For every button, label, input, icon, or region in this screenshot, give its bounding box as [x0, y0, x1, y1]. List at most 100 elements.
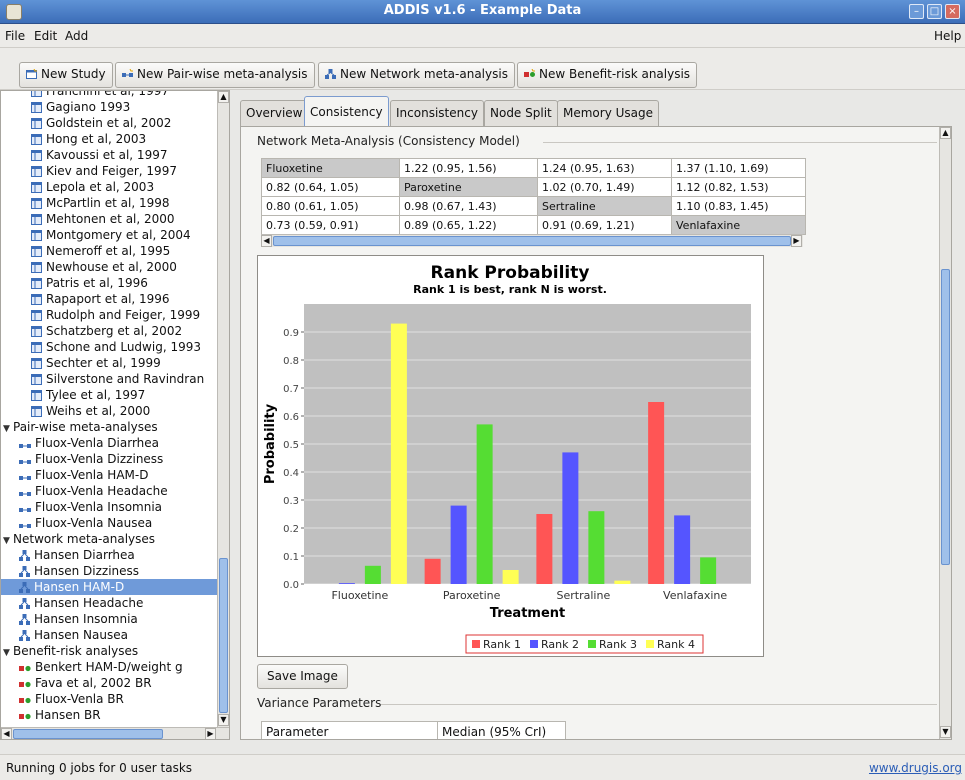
- y-tick-label: 0.1: [283, 552, 299, 563]
- pairwise-item[interactable]: Fluox-Venla HAM-D: [1, 467, 219, 483]
- content-scroll-thumb[interactable]: [941, 269, 950, 565]
- benefit-risk-group-header[interactable]: ▼ Benefit-risk analyses: [1, 643, 219, 659]
- tree-item-label: Lepola et al, 2003: [46, 180, 155, 194]
- minimize-button[interactable]: –: [909, 4, 924, 19]
- tree-item-label: Benefit-risk analyses: [13, 644, 139, 658]
- study-item[interactable]: Schone and Ludwig, 1993: [1, 339, 219, 355]
- scroll-right-arrow[interactable]: ▶: [205, 728, 216, 739]
- menu-add[interactable]: Add: [65, 29, 88, 43]
- study-item[interactable]: Schatzberg et al, 2002: [1, 323, 219, 339]
- benefit-risk-icon: [524, 69, 535, 77]
- variance-header-parameter: Parameter: [261, 721, 438, 739]
- benefit-risk-item[interactable]: Benkert HAM-D/weight g: [1, 659, 219, 675]
- pairwise-group-header[interactable]: ▼ Pair-wise meta-analyses: [1, 419, 219, 435]
- study-item[interactable]: Rapaport et al, 1996: [1, 291, 219, 307]
- x-tick-label: Sertraline: [557, 589, 611, 602]
- matrix-scroll-left[interactable]: ◀: [261, 235, 272, 247]
- matrix-scroll-right[interactable]: ▶: [791, 235, 802, 247]
- variance-section-title: Variance Parameters: [257, 696, 382, 710]
- study-item[interactable]: Sechter et al, 1999: [1, 355, 219, 371]
- study-item[interactable]: Hong et al, 2003: [1, 131, 219, 147]
- tree-item-label: Silverstone and Ravindran: [46, 372, 205, 386]
- network-analysis-icon: [19, 582, 30, 593]
- benefit-risk-item[interactable]: Fava et al, 2002 BR: [1, 675, 219, 691]
- study-item[interactable]: Franchini et al, 1997: [1, 91, 219, 99]
- tree-item-label: Fluox-Venla Insomnia: [35, 500, 163, 514]
- tree-hscroll-thumb[interactable]: [13, 729, 163, 739]
- study-icon: [31, 326, 42, 337]
- tree-item-label: Goldstein et al, 2002: [46, 116, 172, 130]
- menu-help[interactable]: Help: [934, 29, 961, 43]
- study-item[interactable]: Kavoussi et al, 1997: [1, 147, 219, 163]
- study-item[interactable]: Silverstone and Ravindran: [1, 371, 219, 387]
- menu-file[interactable]: File: [5, 29, 25, 43]
- legend-swatch: [472, 640, 480, 648]
- new-study-button[interactable]: New Study: [19, 62, 113, 88]
- study-item[interactable]: Kiev and Feiger, 1997: [1, 163, 219, 179]
- new-network-button[interactable]: New Network meta-analysis: [318, 62, 515, 88]
- study-icon: [31, 278, 42, 289]
- menu-bar: File Edit Add Help: [0, 24, 965, 48]
- scroll-left-arrow[interactable]: ◀: [1, 728, 12, 739]
- bar-rank-3: [476, 424, 493, 584]
- pairwise-item[interactable]: Fluox-Venla Insomnia: [1, 499, 219, 515]
- study-item[interactable]: Rudolph and Feiger, 1999: [1, 307, 219, 323]
- new-pairwise-button[interactable]: New Pair-wise meta-analysis: [115, 62, 315, 88]
- tree-item-label: Hansen Headache: [34, 596, 144, 610]
- study-item[interactable]: McPartlin et al, 1998: [1, 195, 219, 211]
- tree-item-label: Hansen BR: [35, 708, 101, 722]
- network-item[interactable]: Hansen Dizziness: [1, 563, 219, 579]
- study-item[interactable]: Tylee et al, 1997: [1, 387, 219, 403]
- expand-caret-icon[interactable]: ▼: [3, 645, 13, 659]
- network-item[interactable]: Hansen Insomnia: [1, 611, 219, 627]
- study-item[interactable]: Patris et al, 1996: [1, 275, 219, 291]
- study-icon: [31, 91, 42, 97]
- study-item[interactable]: Mehtonen et al, 2000: [1, 211, 219, 227]
- pairwise-item[interactable]: Fluox-Venla Dizziness: [1, 451, 219, 467]
- tab-inconsistency[interactable]: Inconsistency: [390, 100, 484, 126]
- pairwise-item[interactable]: Fluox-Venla Nausea: [1, 515, 219, 531]
- tree-item-label: Fluox-Venla Dizziness: [35, 452, 164, 466]
- study-item[interactable]: Gagiano 1993: [1, 99, 219, 115]
- scroll-down-arrow[interactable]: ▼: [218, 714, 229, 726]
- drugis-link[interactable]: www.drugis.org: [869, 761, 962, 775]
- pairwise-item[interactable]: Fluox-Venla Headache: [1, 483, 219, 499]
- close-button[interactable]: ×: [945, 4, 960, 19]
- tree-horizontal-scrollbar[interactable]: ◀ ▶: [1, 727, 229, 739]
- matrix-horizontal-scrollbar[interactable]: ◀ ▶: [261, 234, 803, 247]
- tree-vertical-scrollbar[interactable]: ▲ ▼: [217, 91, 229, 727]
- new-benefit-risk-button[interactable]: New Benefit-risk analysis: [517, 62, 698, 88]
- study-item[interactable]: Weihs et al, 2000: [1, 403, 219, 419]
- maximize-button[interactable]: □: [927, 4, 942, 19]
- content-vertical-scrollbar[interactable]: ▲ ▼: [939, 127, 951, 739]
- tree-item-label: Schatzberg et al, 2002: [46, 324, 183, 338]
- study-item[interactable]: Newhouse et al, 2000: [1, 259, 219, 275]
- tab-node-split[interactable]: Node Split: [484, 100, 558, 126]
- study-item[interactable]: Montgomery et al, 2004: [1, 227, 219, 243]
- tab-consistency[interactable]: Consistency: [304, 96, 389, 127]
- scroll-up-arrow[interactable]: ▲: [218, 91, 229, 103]
- expand-caret-icon[interactable]: ▼: [3, 421, 13, 435]
- network-item[interactable]: Hansen Diarrhea: [1, 547, 219, 563]
- save-image-button[interactable]: Save Image: [257, 664, 348, 689]
- benefit-risk-item[interactable]: Hansen BR: [1, 707, 219, 723]
- study-item[interactable]: Lepola et al, 2003: [1, 179, 219, 195]
- content-scroll-down[interactable]: ▼: [940, 726, 951, 738]
- menu-edit[interactable]: Edit: [34, 29, 57, 43]
- network-item[interactable]: Hansen Nausea: [1, 627, 219, 643]
- tree-item-label: Kiev and Feiger, 1997: [46, 164, 177, 178]
- expand-caret-icon[interactable]: ▼: [3, 533, 13, 547]
- matrix-scroll-thumb[interactable]: [273, 236, 791, 246]
- network-item[interactable]: Hansen Headache: [1, 595, 219, 611]
- tab-overview[interactable]: Overview: [240, 100, 309, 126]
- network-group-header[interactable]: ▼ Network meta-analyses: [1, 531, 219, 547]
- tab-memory-usage[interactable]: Memory Usage: [557, 100, 660, 126]
- pairwise-item[interactable]: Fluox-Venla Diarrhea: [1, 435, 219, 451]
- content-scroll-up[interactable]: ▲: [940, 127, 951, 139]
- network-item[interactable]: Hansen HAM-D: [1, 579, 219, 595]
- tree-scroll-thumb[interactable]: [219, 558, 228, 713]
- x-tick-label: Venlafaxine: [663, 589, 727, 602]
- study-item[interactable]: Nemeroff et al, 1995: [1, 243, 219, 259]
- benefit-risk-item[interactable]: Fluox-Venla BR: [1, 691, 219, 707]
- study-item[interactable]: Goldstein et al, 2002: [1, 115, 219, 131]
